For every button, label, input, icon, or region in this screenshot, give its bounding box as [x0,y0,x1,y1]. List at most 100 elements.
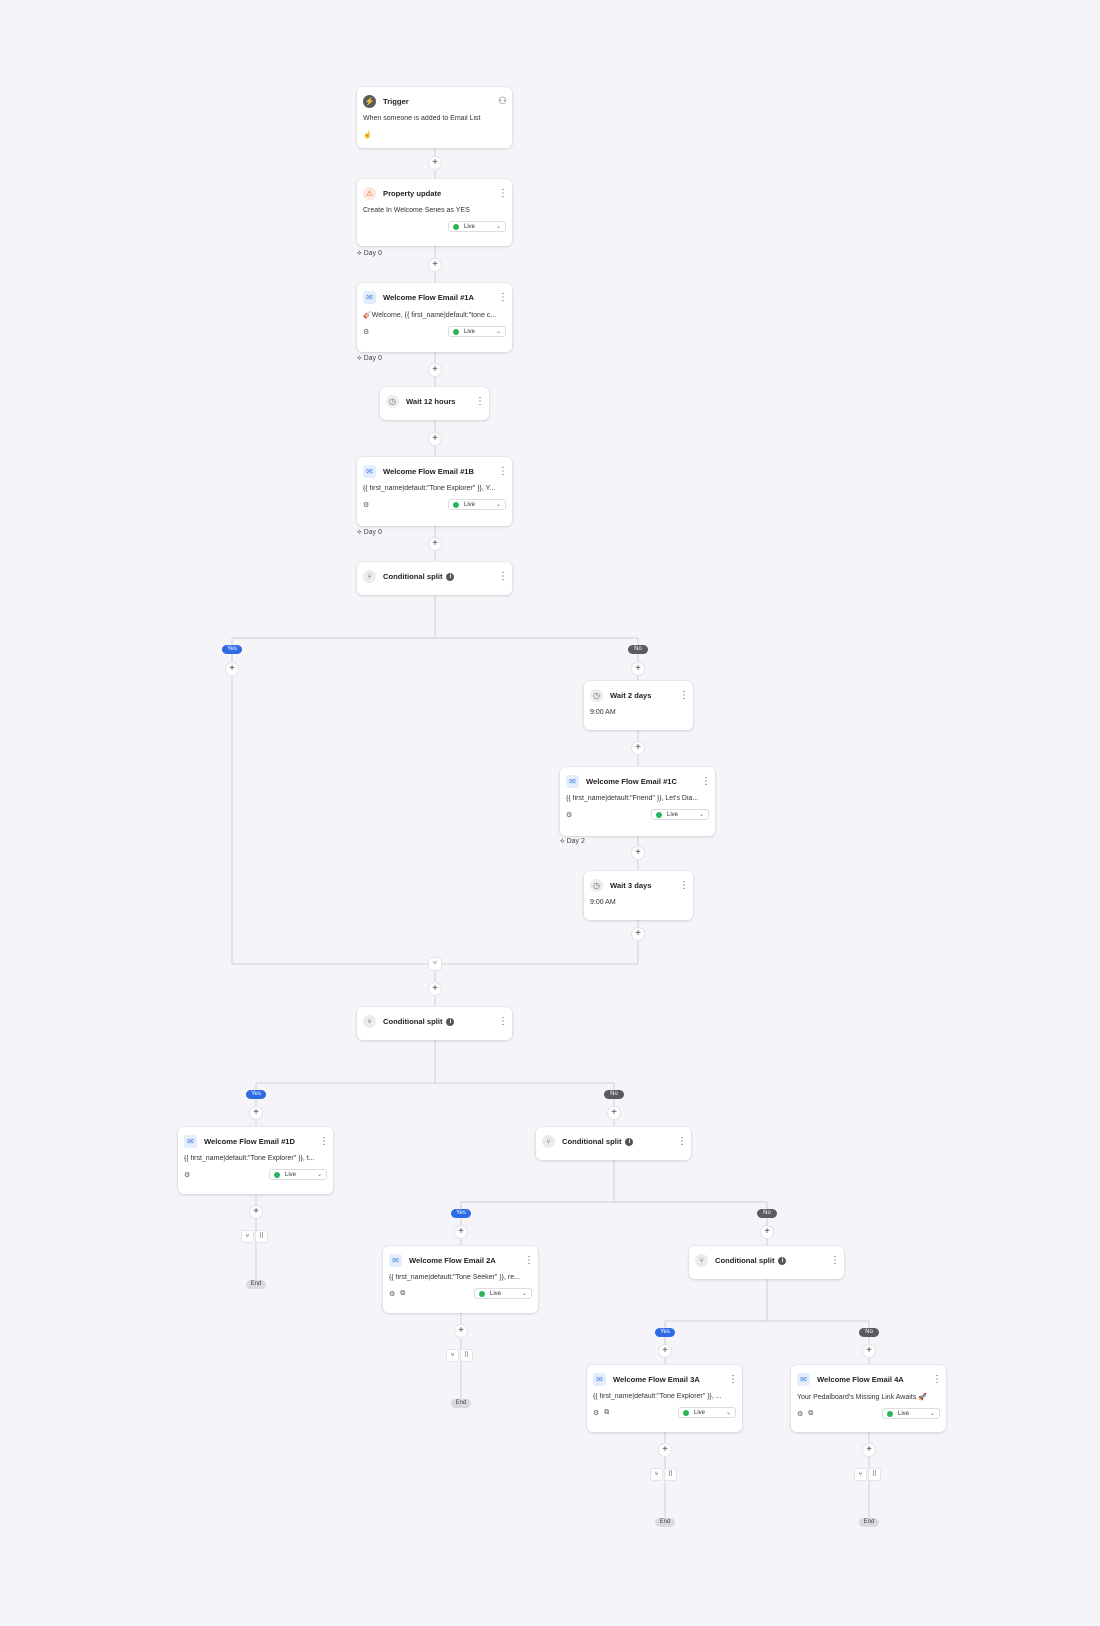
analytics-icon[interactable]: ⚙ [184,1171,190,1179]
add-step-button[interactable]: + [863,1444,875,1456]
more-menu-icon[interactable]: ⋮ [728,1374,738,1385]
analytics-icon[interactable]: ⚙ [593,1409,599,1417]
status-select[interactable]: Live ⌄ [269,1169,327,1180]
status-select[interactable]: Live ⌄ [678,1407,736,1418]
drag-handle-icon[interactable]: ⠿ [665,1469,676,1480]
conditional-split-node[interactable]: ⑂ Conditional split i ⋮ [357,1007,512,1040]
property-icon: ⚠ [363,186,376,200]
email-node-4a[interactable]: ✉ Welcome Flow Email 4A ⋮ Your Pedalboar… [791,1365,946,1432]
wait-node-2d[interactable]: ◷ Wait 2 days ⋮ 9:00 AM [584,681,693,730]
more-menu-icon[interactable]: ⋮ [679,880,689,891]
more-menu-icon[interactable]: ⋮ [932,1374,942,1385]
add-step-button[interactable]: + [429,433,441,445]
conditional-split-node[interactable]: ⑂ Conditional split i ⋮ [536,1127,691,1160]
email-node-1c[interactable]: ✉ Welcome Flow Email #1C ⋮ {{ first_name… [560,767,715,836]
add-step-button[interactable]: + [632,847,644,859]
more-menu-icon[interactable]: ⋮ [679,690,689,701]
copy-icon[interactable]: ⧉ [604,1409,609,1417]
email-node-3a[interactable]: ✉ Welcome Flow Email 3A ⋮ {{ first_name|… [587,1365,742,1432]
add-step-button[interactable]: + [632,663,644,675]
add-step-button[interactable]: + [761,1226,773,1238]
drag-handle-icon[interactable]: ⠿ [256,1231,267,1242]
conditional-split-node[interactable]: ⑂ Conditional split i ⋮ [689,1246,844,1279]
more-menu-icon[interactable]: ⋮ [498,188,508,199]
info-icon[interactable]: i [446,572,455,581]
live-dot-icon [683,1409,689,1416]
status-select[interactable]: Live ⌄ [882,1408,940,1419]
status-select[interactable]: Live ⌄ [448,326,506,337]
status-select[interactable]: Live ⌄ [651,809,709,820]
email-node-1a[interactable]: ✉ Welcome Flow Email #1A ⋮ 🎸Welcome, {{ … [357,283,512,352]
status-label: Live [667,811,679,818]
add-step-button[interactable]: + [429,538,441,550]
yes-branch-label: Yes [655,1328,675,1337]
end-marker: End [655,1518,675,1527]
drag-handle-icon[interactable]: ⠿ [869,1469,880,1480]
add-step-button[interactable]: + [863,1345,875,1357]
wait-node-3d[interactable]: ◷ Wait 3 days ⋮ 9:00 AM [584,871,693,920]
analytics-icon[interactable]: ⚙ [797,1410,803,1418]
node-title: Conditional split [383,1016,443,1026]
info-icon[interactable]: i [778,1256,787,1265]
branch-icon[interactable]: ⑂ [447,1350,458,1361]
add-step-button[interactable]: + [659,1444,671,1456]
add-step-button[interactable]: + [659,1345,671,1357]
add-step-button[interactable]: + [429,259,441,271]
status-select[interactable]: Live ⌄ [448,221,506,232]
conditional-split-node[interactable]: ⑂ Conditional split i ⋮ [357,562,512,595]
add-step-button[interactable]: + [632,928,644,940]
split-icon: ⑂ [363,569,376,583]
add-step-button[interactable]: + [632,742,644,754]
add-step-button[interactable]: + [608,1107,620,1119]
day-label: ⟡ Day 0 [357,355,382,362]
add-step-button[interactable]: + [226,663,238,675]
user-icon[interactable]: ⚇ [498,96,507,107]
more-menu-icon[interactable]: ⋮ [701,776,711,787]
more-menu-icon[interactable]: ⋮ [475,396,485,407]
analytics-icon[interactable]: ⚙ [363,328,369,336]
more-menu-icon[interactable]: ⋮ [524,1255,534,1266]
copy-icon[interactable]: ⧉ [808,1410,813,1418]
email-icon: ✉ [363,290,376,304]
add-step-button[interactable]: + [455,1226,467,1238]
analytics-icon[interactable]: ⚙ [363,501,369,509]
status-label: Live [285,1171,297,1178]
email-node-1b[interactable]: ✉ Welcome Flow Email #1B ⋮ {{ first_name… [357,457,512,526]
analytics-icon[interactable]: ⚙ [566,811,572,819]
status-label: Live [464,501,476,508]
email-node-1d[interactable]: ✉ Welcome Flow Email #1D ⋮ {{ first_name… [178,1127,333,1194]
chevron-down-icon: ⌄ [698,812,704,818]
add-step-button[interactable]: + [250,1107,262,1119]
property-update-node[interactable]: ⚠ Property update ⋮ Create In Welcome Se… [357,179,512,246]
branch-icon[interactable]: ⑂ [855,1469,866,1480]
more-menu-icon[interactable]: ⋮ [498,571,508,582]
add-step-button[interactable]: + [429,157,441,169]
email-node-2a[interactable]: ✉ Welcome Flow Email 2A ⋮ {{ first_name|… [383,1246,538,1313]
no-branch-label: No [604,1090,624,1099]
live-dot-icon [453,328,459,335]
chevron-down-icon: ⌄ [316,1172,322,1178]
add-step-button[interactable]: + [455,1325,467,1337]
drag-handle-icon[interactable]: ⠿ [461,1350,472,1361]
more-menu-icon[interactable]: ⋮ [830,1255,840,1266]
trigger-node[interactable]: ⚡ Trigger ⚇ When someone is added to Ema… [357,87,512,148]
branch-icon[interactable]: ⑂ [242,1231,253,1242]
info-icon[interactable]: i [625,1137,634,1146]
add-step-button[interactable]: + [250,1206,262,1218]
status-select[interactable]: Live ⌄ [474,1288,532,1299]
more-menu-icon[interactable]: ⋮ [319,1136,329,1147]
info-icon[interactable]: i [446,1017,455,1026]
add-step-button[interactable]: + [429,983,441,995]
add-step-button[interactable]: + [429,364,441,376]
more-menu-icon[interactable]: ⋮ [498,292,508,303]
wait-node-12h[interactable]: ◷ Wait 12 hours ⋮ [380,387,489,420]
more-menu-icon[interactable]: ⋮ [498,466,508,477]
analytics-icon[interactable]: ⚙ [389,1290,395,1298]
more-menu-icon[interactable]: ⋮ [677,1136,687,1147]
status-select[interactable]: Live ⌄ [448,499,506,510]
copy-icon[interactable]: ⧉ [400,1290,405,1298]
branch-icon[interactable]: ⑂ [651,1469,662,1480]
chevron-down-icon: ⌄ [725,1410,731,1416]
node-title: Welcome Flow Email 2A [409,1255,496,1265]
more-menu-icon[interactable]: ⋮ [498,1016,508,1027]
